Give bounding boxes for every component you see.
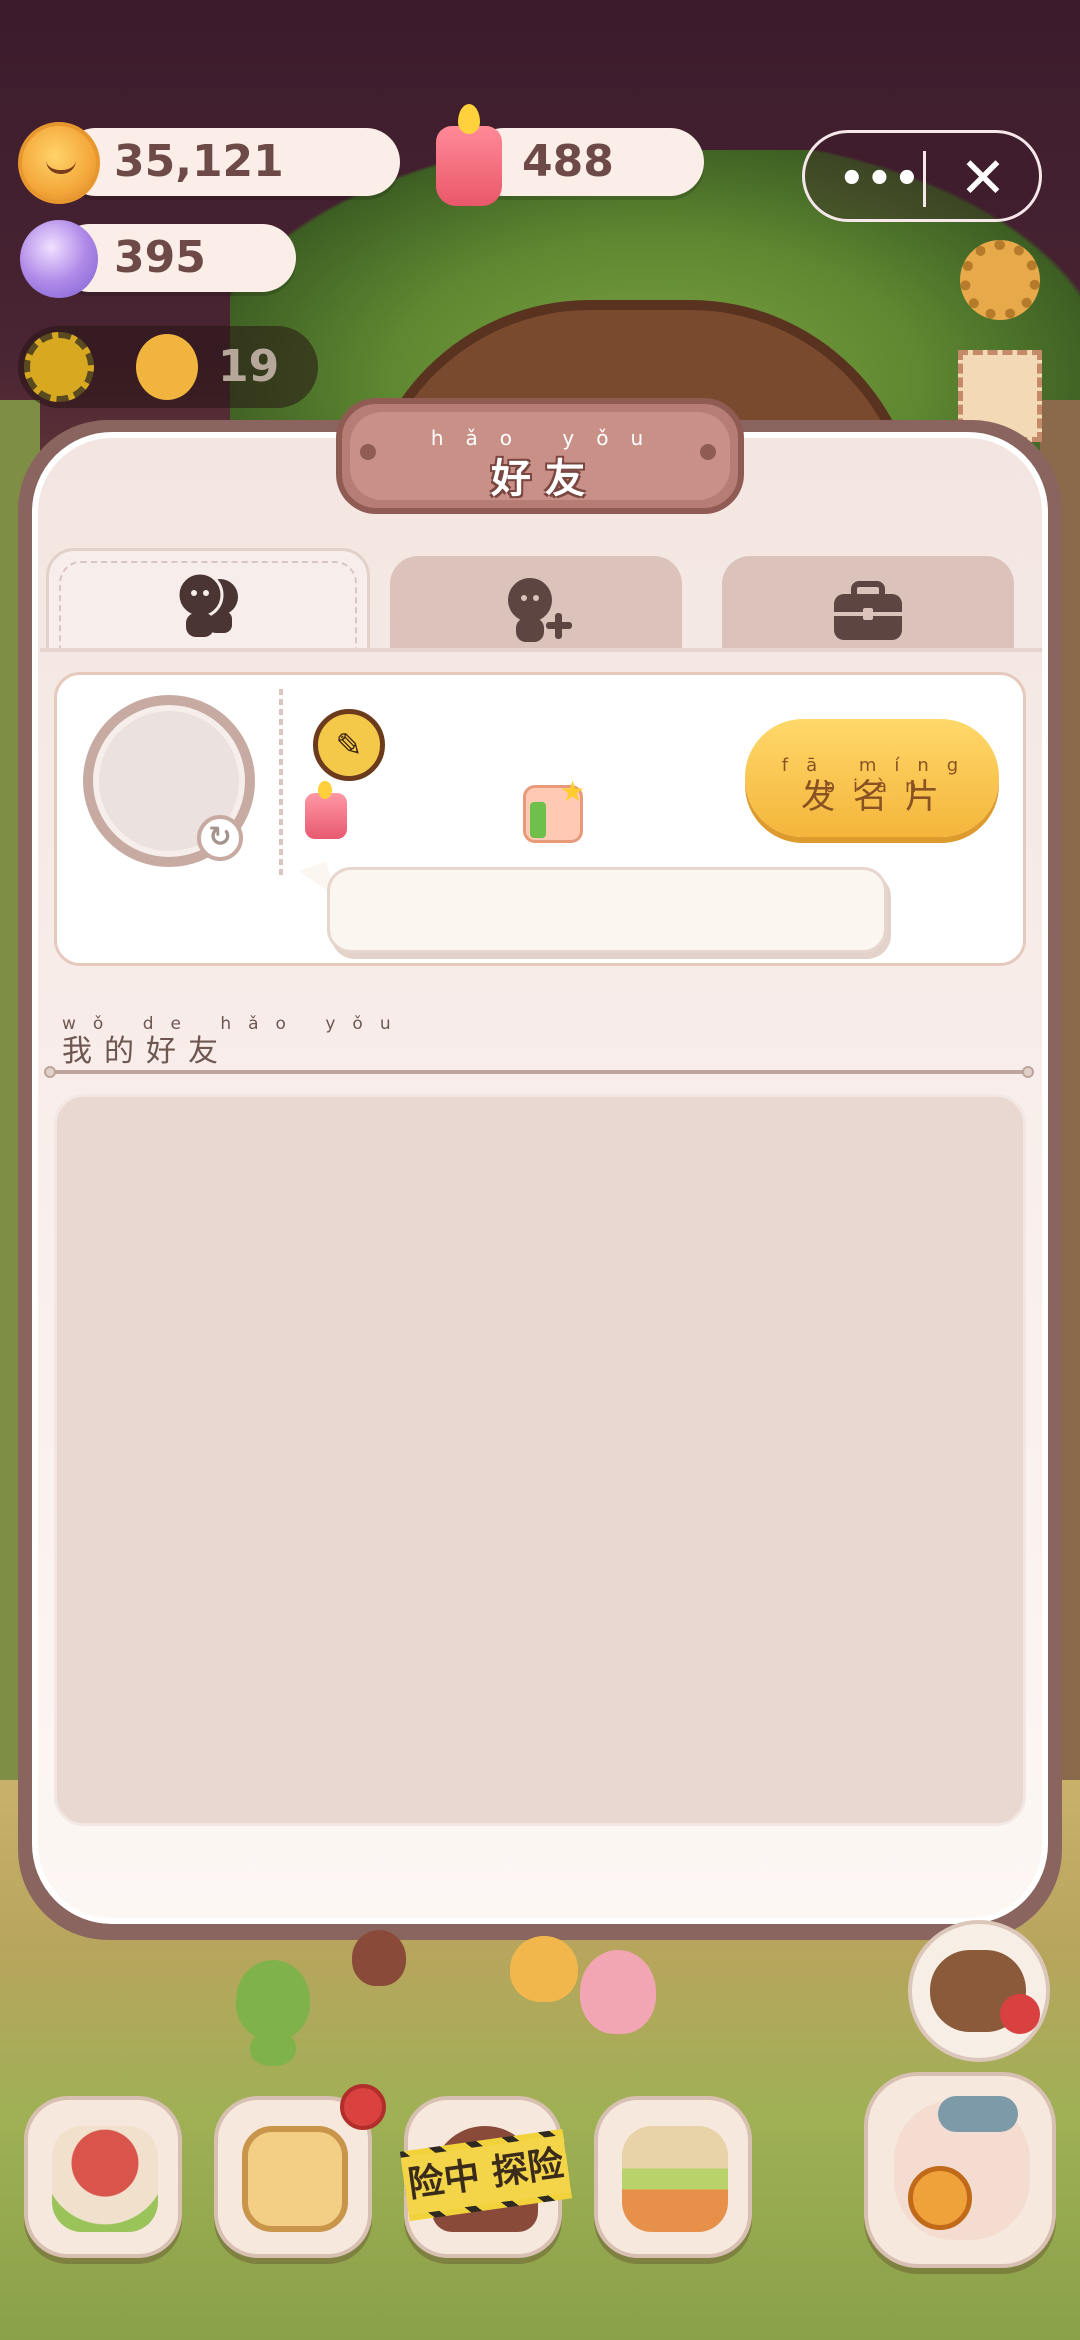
dialog-title: 好友 — [491, 456, 599, 502]
divider-end-left — [44, 1066, 56, 1078]
section-divider — [48, 1070, 1034, 1074]
dialog-title-plaque: hǎo yǒu 好友 — [336, 398, 744, 514]
pink-character — [580, 1950, 656, 2034]
nav-mushroom-house[interactable] — [24, 2096, 182, 2258]
add-friend-icon — [508, 578, 572, 642]
friends-icon — [176, 571, 238, 637]
thumbs-up-icon[interactable]: ★ — [523, 778, 585, 843]
divider-end-right — [1022, 1066, 1034, 1078]
coins-value: 35,121 — [114, 136, 284, 187]
more-button[interactable]: ••• — [839, 159, 920, 199]
sun-counter[interactable]: 19 — [18, 326, 318, 408]
signature-bubble[interactable] — [327, 867, 887, 953]
close-button[interactable]: ✕ — [955, 151, 1011, 207]
cat-avatar-button[interactable] — [908, 1920, 1050, 2062]
pencil-icon: ✎ — [335, 726, 363, 764]
mushroom-house-icon — [52, 2126, 158, 2232]
cookie-coin-icon — [18, 122, 100, 204]
friends-section-title: 我的好友 — [62, 1034, 230, 1069]
nav-fish-alarm[interactable] — [864, 2072, 1056, 2268]
tab-add-friend[interactable] — [390, 556, 682, 648]
candies-value: 395 — [114, 232, 206, 283]
profile-card: ↻ ✎ ★ fā míng piàn 发名片 — [54, 672, 1026, 966]
shop-icon — [622, 2126, 728, 2232]
send-card-label: 发名片 — [801, 777, 957, 817]
briefcase-icon — [834, 581, 902, 640]
friends-list[interactable] — [54, 1094, 1026, 1826]
chick-icon — [136, 334, 198, 400]
capsule-divider — [923, 151, 926, 207]
mini-program-capsule: ••• ✕ — [802, 130, 1042, 222]
brown-character — [352, 1930, 406, 1986]
tab-briefcase[interactable] — [722, 556, 1014, 648]
gear-icon[interactable] — [960, 240, 1040, 320]
green-character — [236, 1960, 310, 2040]
sun-icon — [24, 332, 94, 402]
candle-badge-icon — [305, 781, 347, 839]
sun-count-value: 19 — [218, 341, 280, 392]
notification-badge — [340, 2084, 386, 2130]
candles-value: 488 — [522, 136, 614, 187]
candy-icon — [20, 220, 98, 298]
candles-counter[interactable]: 488 — [470, 128, 704, 196]
candle-icon — [436, 104, 502, 206]
edit-name-button[interactable]: ✎ — [313, 709, 385, 781]
coins-counter[interactable]: 35,121 — [62, 128, 400, 196]
card-divider — [279, 689, 283, 879]
nav-shop[interactable] — [594, 2096, 752, 2258]
notebook-icon — [242, 2126, 348, 2232]
send-card-button[interactable]: fā míng piàn 发名片 — [745, 719, 999, 837]
green-character-body — [250, 2030, 296, 2066]
tabs-baseline — [40, 648, 1042, 652]
orange-character — [510, 1936, 578, 2002]
refresh-avatar-icon[interactable]: ↻ — [197, 815, 243, 861]
tab-friends[interactable] — [46, 548, 370, 652]
